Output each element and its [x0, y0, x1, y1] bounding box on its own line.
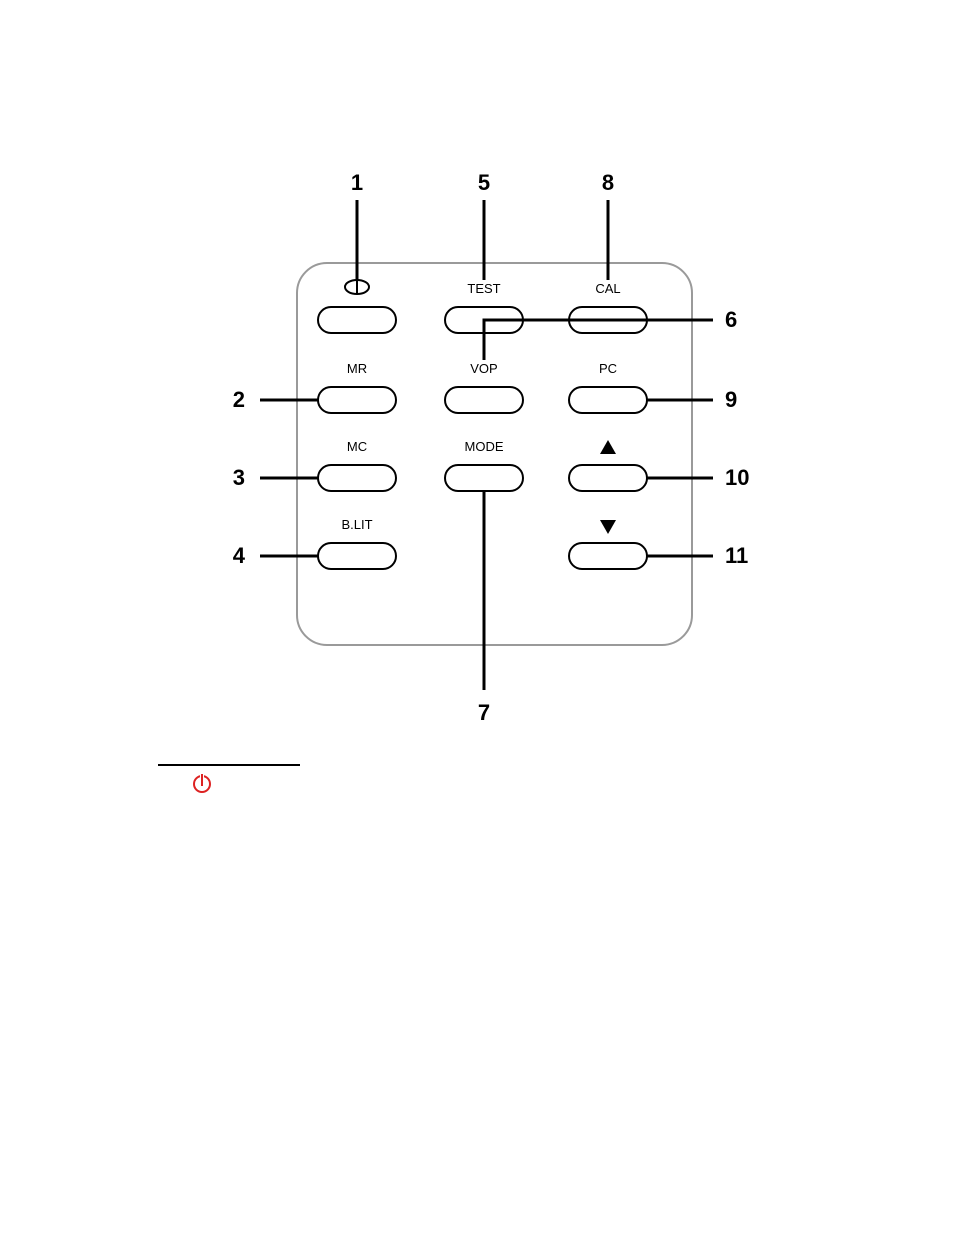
label-mc: MC: [347, 439, 367, 454]
label-pc: PC: [599, 361, 617, 376]
callout-2: 2: [233, 387, 245, 412]
diagram-svg: TEST CAL MR VOP PC MC MODE B.LIT 1 5 8 2…: [0, 0, 954, 1235]
callout-5: 5: [478, 170, 490, 195]
mr-button[interactable]: [318, 387, 396, 413]
vop-button[interactable]: [445, 387, 523, 413]
label-mr: MR: [347, 361, 367, 376]
label-mode: MODE: [465, 439, 504, 454]
power-button[interactable]: [318, 307, 396, 333]
callout-6: 6: [725, 307, 737, 332]
label-cal: CAL: [595, 281, 620, 296]
callout-9: 9: [725, 387, 737, 412]
callout-3: 3: [233, 465, 245, 490]
power-symbol-icon: [194, 773, 210, 792]
callout-8: 8: [602, 170, 614, 195]
mode-button[interactable]: [445, 465, 523, 491]
callout-7: 7: [478, 700, 490, 725]
down-button[interactable]: [569, 543, 647, 569]
callout-10: 10: [725, 465, 749, 490]
mc-button[interactable]: [318, 465, 396, 491]
label-vop: VOP: [470, 361, 497, 376]
up-button[interactable]: [569, 465, 647, 491]
callout-11: 11: [725, 543, 748, 568]
pc-button[interactable]: [569, 387, 647, 413]
callout-1: 1: [351, 170, 363, 195]
label-blit: B.LIT: [341, 517, 372, 532]
blit-button[interactable]: [318, 543, 396, 569]
page-root: TEST CAL MR VOP PC MC MODE B.LIT 1 5 8 2…: [0, 0, 954, 1235]
callout-4: 4: [233, 543, 246, 568]
label-test: TEST: [467, 281, 500, 296]
